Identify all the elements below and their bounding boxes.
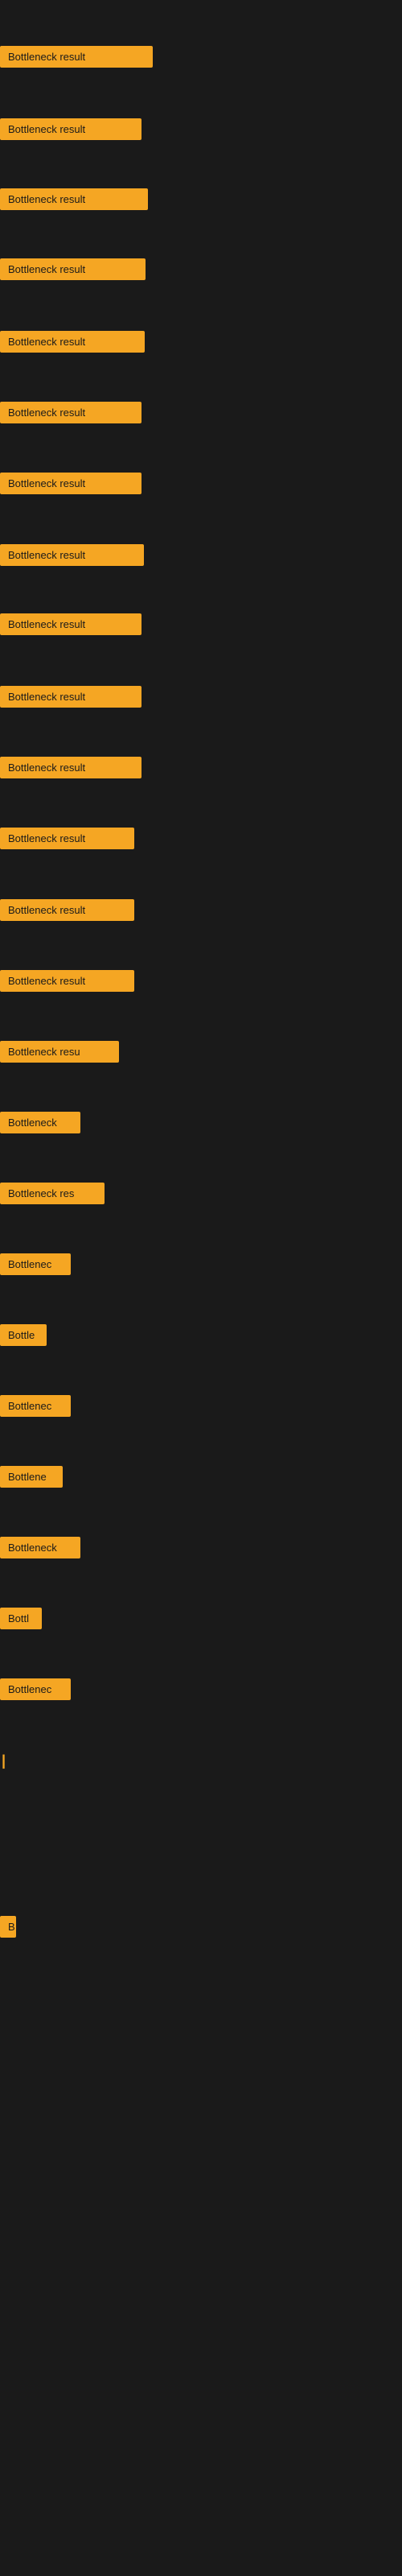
bottleneck-item-22: Bottl (0, 1608, 42, 1629)
bottleneck-item-3: Bottleneck result (0, 258, 146, 280)
bottleneck-item-18: Bottle (0, 1324, 47, 1346)
bottleneck-item-15: Bottleneck (0, 1112, 80, 1133)
bottleneck-item-13: Bottleneck result (0, 970, 134, 992)
bottleneck-item-25: B (0, 1916, 16, 1938)
bottleneck-item-8: Bottleneck result (0, 613, 142, 635)
bottleneck-item-9: Bottleneck result (0, 686, 142, 708)
bottleneck-item-17: Bottlenec (0, 1253, 71, 1275)
bottleneck-item-4: Bottleneck result (0, 331, 145, 353)
bottleneck-item-5: Bottleneck result (0, 402, 142, 423)
bottleneck-item-20: Bottlene (0, 1466, 63, 1488)
bottleneck-item-0: Bottleneck result (0, 46, 153, 68)
bottleneck-item-19: Bottlenec (0, 1395, 71, 1417)
bottleneck-item-16: Bottleneck res (0, 1183, 105, 1204)
bottleneck-item-11: Bottleneck result (0, 828, 134, 849)
bottleneck-item-7: Bottleneck result (0, 544, 144, 566)
bottleneck-item-10: Bottleneck result (0, 757, 142, 778)
bottleneck-item-1: Bottleneck result (0, 118, 142, 140)
bottleneck-item-2: Bottleneck result (0, 188, 148, 210)
site-title (0, 0, 402, 10)
bottleneck-item-6: Bottleneck result (0, 473, 142, 494)
bottleneck-item-23: Bottlenec (0, 1678, 71, 1700)
bottleneck-item-14: Bottleneck resu (0, 1041, 119, 1063)
bottleneck-item-21: Bottleneck (0, 1537, 80, 1558)
bottleneck-item-12: Bottleneck result (0, 899, 134, 921)
bottleneck-item-24: | (0, 1749, 7, 1773)
